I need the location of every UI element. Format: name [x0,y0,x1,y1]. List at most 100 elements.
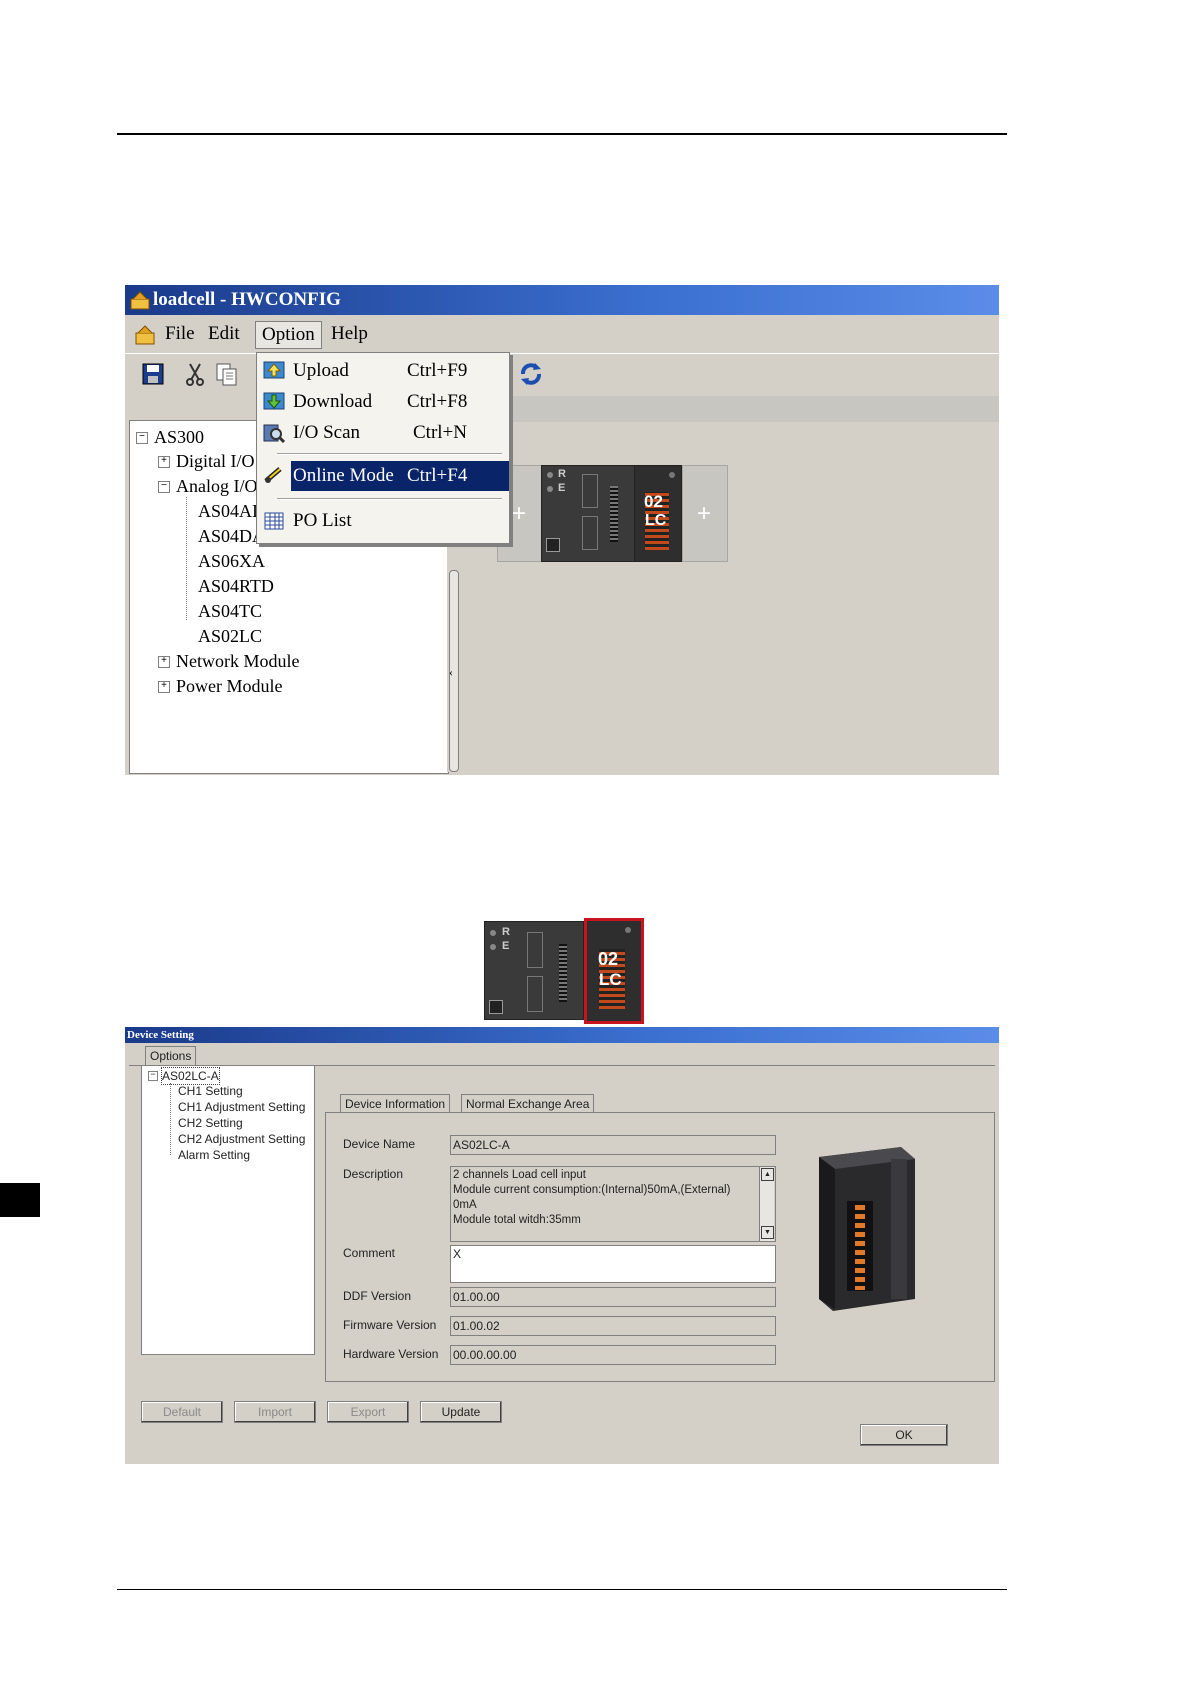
led-icon [547,472,553,478]
tab-device-information[interactable]: Device Information [340,1094,451,1113]
description-line: Module current consumption:(Internal)50m… [453,1184,731,1196]
cpu-slot [527,932,543,968]
firmware-version-field: 01.00.02 [450,1316,776,1336]
collapse-icon[interactable]: − [148,1071,158,1081]
cpu-module[interactable]: R E [541,465,635,562]
tree-item-ch1-adjustment[interactable]: CH1 Adjustment Setting [178,1099,305,1115]
tree-item-as02lc[interactable]: AS02LC [198,625,262,647]
tab-options[interactable]: Options [145,1046,197,1065]
description-line: 2 channels Load cell input [453,1169,586,1181]
add-slot-right[interactable]: + [682,465,728,562]
tree-item-ch1-setting[interactable]: CH1 Setting [178,1083,243,1099]
tree-item-analog-io[interactable]: Analog I/O [176,475,257,497]
rack: + R E 02 LC + [497,463,742,563]
tree-item-ch2-setting[interactable]: CH2 Setting [178,1115,243,1131]
device-name-field: AS02LC-A [450,1135,776,1155]
led-icon [490,930,496,936]
tree-item-as04ai[interactable]: AS04AI [198,500,258,522]
save-icon[interactable] [139,360,167,388]
menu-item-upload[interactable]: Upload Ctrl+F9 [257,356,509,386]
refresh-icon[interactable] [517,360,545,388]
settings-tree: − AS02LC-A CH1 Setting CH1 Adjustment Se… [141,1065,315,1355]
title-bar: loadcell - HWCONFIG [125,285,999,315]
plus-icon: + [512,500,527,527]
option-dropdown-menu: Upload Ctrl+F9 Download Ctrl+F8 I/O Scan… [256,352,510,544]
module-preview: R E 02 LC [484,918,644,1024]
download-icon [263,392,285,412]
description-line: 0mA [453,1199,477,1211]
collapse-icon[interactable]: − [158,481,170,493]
led-icon [490,944,496,950]
expand-icon[interactable]: + [158,456,170,468]
scroll-up-icon[interactable]: ▲ [761,1168,774,1181]
scroll-down-icon[interactable]: ▼ [761,1226,774,1239]
copy-icon[interactable] [213,360,241,388]
export-button[interactable]: Export [327,1401,409,1423]
menu-help[interactable]: Help [325,321,374,347]
tree-item-as06xa[interactable]: AS06XA [198,550,265,572]
comment-field[interactable]: X [450,1245,776,1283]
led-icon [625,927,631,933]
default-button[interactable]: Default [141,1401,223,1423]
top-rule [117,133,1007,135]
po-list-icon [263,511,285,531]
cpu-slot [582,516,598,550]
firmware-version-label: Firmware Version [343,1318,437,1332]
expand-icon[interactable]: + [158,656,170,668]
expand-icon[interactable]: + [158,681,170,693]
menu-file[interactable]: File [159,321,201,347]
tree-item-as04tc[interactable]: AS04TC [198,600,262,622]
cpu-module[interactable]: R E [484,921,584,1020]
menu-edit[interactable]: Edit [202,321,246,347]
device-name-label: Device Name [343,1137,416,1151]
ok-button[interactable]: OK [860,1424,948,1446]
tree-item-alarm-setting[interactable]: Alarm Setting [178,1147,250,1163]
menu-option[interactable]: Option [255,321,322,349]
cpu-port [546,538,560,552]
online-mode-icon [263,465,285,485]
hardware-version-field: 00.00.00.00 [450,1345,776,1365]
led-icon [669,472,675,478]
menu-item-po-list[interactable]: PO List [257,506,509,536]
title-bar: Device Setting [125,1027,999,1043]
menu-separator [277,498,502,500]
tree-item-ch2-adjustment[interactable]: CH2 Adjustment Setting [178,1131,305,1147]
as02lc-module-selected[interactable]: 02 LC [584,918,644,1024]
cpu-connector [610,486,618,542]
cpu-letter-r: R [502,926,510,938]
ddf-version-field: 01.00.00 [450,1287,776,1307]
tree-item-network-module[interactable]: Network Module [176,650,299,672]
bottom-rule [117,1589,1007,1590]
collapse-arrow-icon[interactable]: ‹ [449,665,453,680]
menubar-app-icon [133,322,157,346]
menu-item-io-scan[interactable]: I/O Scan Ctrl+N [257,418,509,448]
menu-item-online-mode[interactable]: Online Mode Ctrl+F4 [291,461,509,491]
led-icon [547,486,553,492]
module-label-02: 02 [598,949,619,969]
description-field: 2 channels Load cell input Module curren… [450,1166,776,1242]
window-title: Device Setting [127,1029,194,1041]
menu-separator [277,453,502,455]
window-title: loadcell - HWCONFIG [153,289,341,310]
tree-root[interactable]: AS300 [154,426,204,448]
cpu-letter-e: E [502,940,510,952]
as02lc-module[interactable]: 02 LC [634,465,682,562]
upload-icon [263,361,285,381]
tree-item-power-module[interactable]: Power Module [176,675,283,697]
collapse-icon[interactable]: − [136,432,148,444]
menu-bar: File Edit Option Help [125,317,999,351]
tab-normal-exchange-area[interactable]: Normal Exchange Area [461,1094,595,1113]
description-label: Description [343,1167,404,1181]
import-button[interactable]: Import [234,1401,316,1423]
module-label-lc: LC [599,970,622,989]
description-scrollbar[interactable]: ▲ ▼ [759,1167,774,1241]
cut-icon[interactable] [181,360,209,388]
device-setting-window: Device Setting Options − AS02LC-A CH1 Se… [125,1027,999,1464]
update-button[interactable]: Update [420,1401,502,1423]
side-tab-marker [0,1183,40,1217]
tree-item-as04rtd[interactable]: AS04RTD [198,575,274,597]
menu-item-download[interactable]: Download Ctrl+F8 [257,387,509,417]
tree-item-as04da[interactable]: AS04DA [198,525,265,547]
cpu-connector [559,944,567,1002]
cpu-letter-e: E [558,482,566,494]
